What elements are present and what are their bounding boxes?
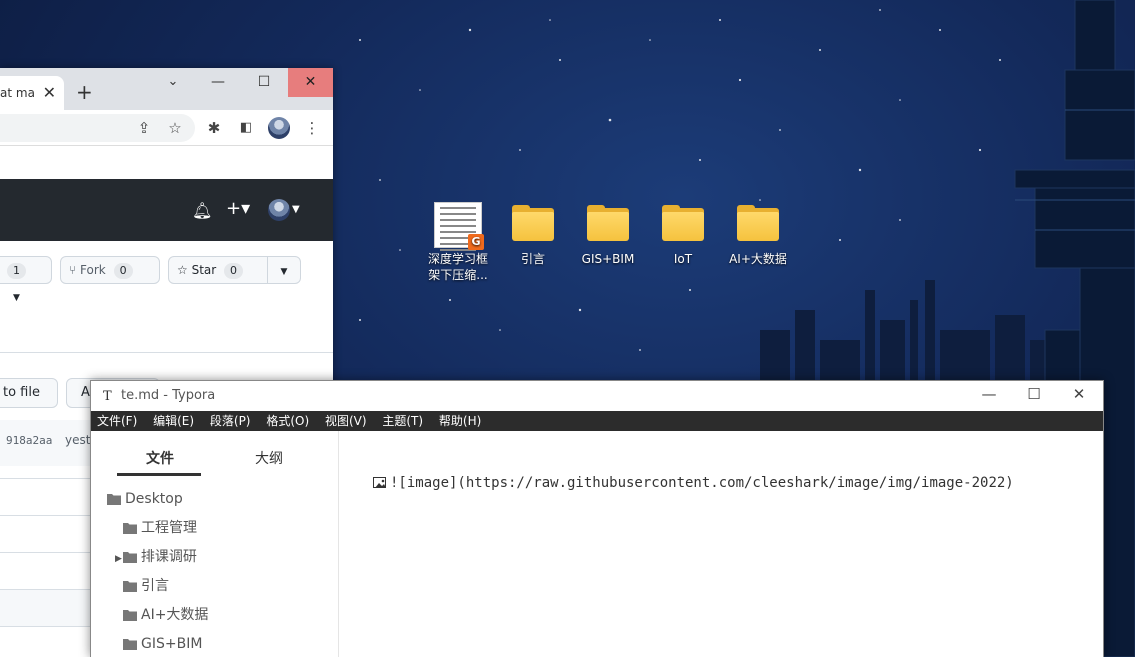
desktop-icon-folder-iot[interactable]: IoT [648,200,718,267]
more-menu-icon[interactable]: ⋮ [302,118,322,138]
menu-theme[interactable]: 主题(T) [382,414,423,428]
sidebar-tabs: 文件 大纲 [91,443,339,473]
fork-count: 0 [113,263,133,279]
menu-bar: 文件(F) 编辑(E) 段落(P) 格式(O) 视图(V) 主题(T) 帮助(H… [91,411,1103,431]
folder-icon [584,200,632,248]
tab-outline[interactable]: 大纲 [255,448,283,468]
minimize-button[interactable]: — [969,385,1009,403]
markdown-source: ![image](https://raw.githubusercontent.c… [390,475,1014,491]
chevron-down-icon: ▼ [13,293,20,303]
desktop-icon-folder-yinyan[interactable]: 引言 [498,200,568,267]
menu-paragraph[interactable]: 段落(P) [210,414,251,428]
commit-hash[interactable]: 918a2aa [6,434,52,447]
menu-file[interactable]: 文件(F) [97,414,137,428]
watch-button[interactable]: 1 ▼ [0,256,52,303]
tree-item-gisbim[interactable]: GIS+BIM [123,634,202,654]
folder-icon [734,200,782,248]
star-button[interactable]: ☆ Star 0 [168,256,268,284]
folder-icon [123,636,137,656]
tree-item-paike[interactable]: ▶ 排课调研 [115,547,197,567]
star-dropdown-button[interactable]: ▼ [267,256,301,284]
close-tab-icon[interactable]: ✕ [43,83,56,102]
desktop-icon-label: AI+大数据 [729,252,787,266]
markdown-image-line[interactable]: ![image](https://raw.githubusercontent.c… [373,475,1014,491]
star-count: 0 [224,263,244,279]
address-bar[interactable]: ⇪ ☆ [0,114,195,142]
chrome-toolbar: ⇪ ☆ ✱ ◧ ⋮ [0,110,333,146]
repo-actions: 1 ▼ ⑂ Fork 0 ☆ Star 0 ▼ [0,256,333,303]
desktop-icon-label: 引言 [520,252,545,266]
tree-item-gongcheng[interactable]: 工程管理 [123,518,197,538]
chevron-down-icon: ▼ [292,204,300,215]
watch-count: 1 [7,263,26,279]
folder-icon [123,578,137,598]
maximize-button[interactable]: ☐ [241,68,287,98]
bookmark-star-icon[interactable]: ☆ [165,118,185,138]
notifications-bell-icon[interactable]: 🔔︎ [192,201,212,220]
menu-edit[interactable]: 编辑(E) [153,414,194,428]
folder-icon [509,200,557,248]
folder-icon [122,549,137,569]
github-avatar[interactable] [268,199,290,221]
desktop-icon-label: IoT [673,252,693,266]
menu-format[interactable]: 格式(O) [266,414,309,428]
side-panel-icon[interactable]: ◧ [236,118,256,138]
profile-avatar[interactable] [268,117,290,139]
tab-title: at ma [0,86,35,100]
active-tab-indicator [117,473,201,476]
menu-help[interactable]: 帮助(H) [439,414,481,428]
maximize-button[interactable]: ☐ [1014,385,1054,403]
typora-titlebar: T te.md - Typora — ☐ ✕ [91,381,1103,411]
image-icon [373,477,386,488]
create-new-icon[interactable]: +▾ [226,198,250,219]
minimize-button[interactable]: — [195,68,241,98]
folder-icon [123,520,137,540]
tree-item-yinyan[interactable]: 引言 [123,576,169,596]
desktop-icon-folder-gisbim[interactable]: GIS+BIM [573,200,643,267]
tab-search-icon[interactable]: ⌄ [150,68,196,98]
window-title: te.md - Typora [121,388,216,403]
fork-button[interactable]: ⑂ Fork 0 [60,256,160,284]
desktop-icon-folder-ai[interactable]: AI+大数据 [723,200,793,267]
desktop-icon-label: GIS+BIM [581,252,635,266]
tree-item-desktop[interactable]: Desktop [107,489,183,509]
desktop-icon-label: 深度学习框 架下压缩... [427,252,488,282]
expand-arrow-icon[interactable]: ▶ [115,554,122,564]
star-icon: ☆ [177,263,188,277]
folder-icon [659,200,707,248]
new-tab-icon[interactable]: + [76,80,93,104]
desktop-icon-document[interactable]: G 深度学习框 架下压缩... [423,200,493,283]
browser-tab[interactable]: at ma ✕ [0,76,64,110]
typora-app-icon: T [103,389,112,404]
extensions-icon[interactable]: ✱ [204,118,224,138]
divider [0,352,333,353]
close-button[interactable]: ✕ [288,68,333,97]
editor-area[interactable]: ![image](https://raw.githubusercontent.c… [339,431,1103,657]
close-button[interactable]: ✕ [1059,385,1099,403]
city-silhouette [760,280,1135,390]
chrome-titlebar: at ma ✕ + ⌄ — ☐ ✕ [0,68,333,110]
menu-view[interactable]: 视图(V) [325,414,367,428]
document-icon: G [434,200,484,251]
tree-item-ai[interactable]: AI+大数据 [123,605,208,625]
share-icon[interactable]: ⇪ [134,118,154,138]
github-header: 🔔︎ +▾ ▼ [0,179,333,241]
typora-window: T te.md - Typora — ☐ ✕ 文件(F) 编辑(E) 段落(P)… [90,380,1104,657]
folder-icon [123,607,137,627]
chevron-down-icon: ▼ [280,267,288,277]
sidebar: 文件 大纲 Desktop 工程管理 ▶ 排课调研 引言 AI+大数据 GIS+B… [91,431,339,657]
tab-files[interactable]: 文件 [146,448,174,468]
fork-icon: ⑂ [69,263,77,277]
folder-icon [107,491,121,511]
go-to-file-button[interactable]: to file [0,378,58,408]
